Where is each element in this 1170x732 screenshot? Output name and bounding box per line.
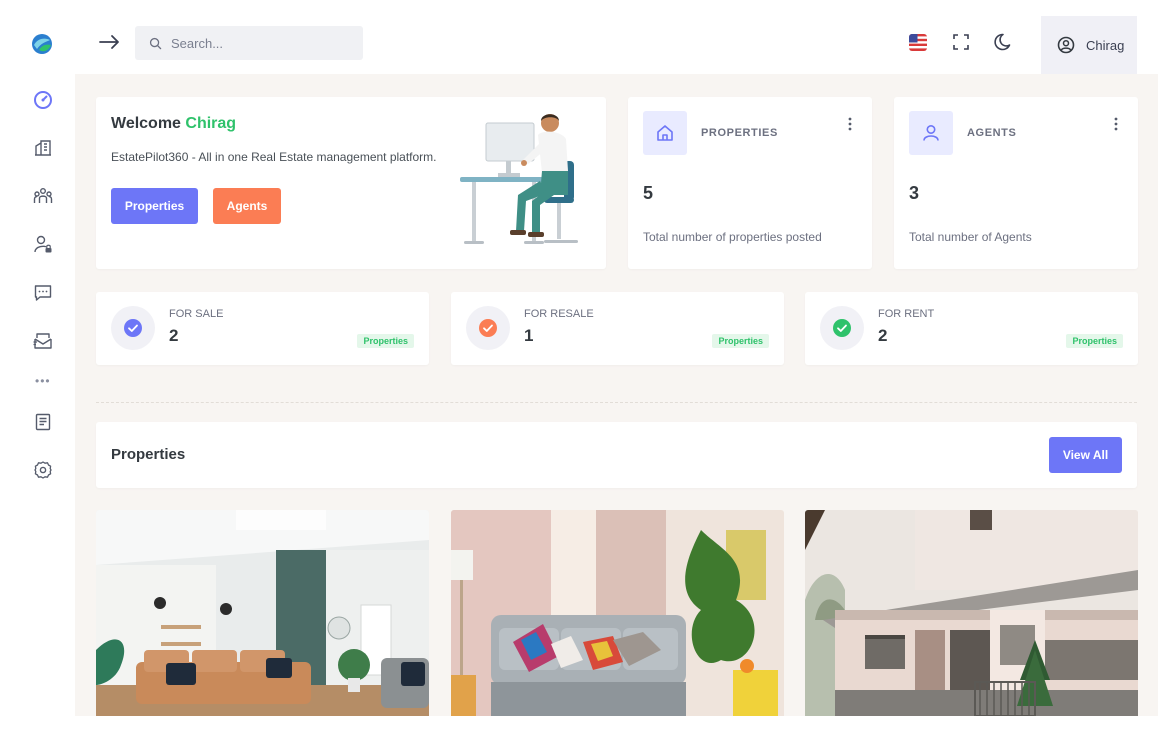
- more-icon[interactable]: •••: [35, 374, 51, 388]
- sidebar-item-messages[interactable]: [32, 282, 54, 304]
- welcome-card: Welcome Chirag EstatePilot360 - All in o…: [96, 97, 606, 269]
- properties-section-title: Properties: [111, 446, 186, 463]
- agents-button[interactable]: Agents: [213, 188, 281, 224]
- sidebar-item-users[interactable]: [32, 233, 54, 255]
- stat-value: 3: [909, 183, 920, 203]
- property-image: [805, 510, 1138, 716]
- chat-icon: [34, 285, 52, 301]
- properties-badge[interactable]: Properties: [712, 334, 769, 348]
- mail-icon: [33, 333, 52, 349]
- property-photo-sofa[interactable]: [451, 510, 784, 716]
- check-circle-icon: [124, 319, 142, 337]
- property-image: [451, 510, 784, 716]
- user-icon: [923, 124, 939, 141]
- us-flag-icon[interactable]: [909, 34, 927, 51]
- stat-caption: Total number of properties posted: [643, 230, 822, 244]
- agents-stat-card: AGENTS 3 Total number of Agents: [894, 97, 1138, 269]
- mini-stat-label: FOR RENT: [878, 308, 935, 320]
- bottom-strip: [0, 716, 1170, 732]
- mini-stat-value: 2: [878, 326, 888, 345]
- property-image: [96, 510, 429, 716]
- stat-caption: Total number of Agents: [909, 230, 1032, 244]
- sidebar-item-properties[interactable]: [32, 137, 54, 159]
- welcome-user-name: Chirag: [185, 115, 237, 132]
- sidebar: •••: [0, 0, 80, 732]
- sidebar-item-dashboard[interactable]: [32, 89, 54, 111]
- stat-label: AGENTS: [967, 127, 1017, 139]
- office-worker-illustration: [460, 114, 578, 244]
- section-divider: [96, 402, 1137, 403]
- sidebar-item-settings[interactable]: [32, 459, 54, 481]
- properties-button[interactable]: Properties: [111, 188, 198, 224]
- stat-label: PROPERTIES: [701, 127, 778, 139]
- search-icon: [149, 37, 162, 49]
- kebab-menu-icon[interactable]: [1114, 117, 1118, 131]
- user-menu[interactable]: Chirag: [1041, 16, 1137, 74]
- welcome-prefix: Welcome: [111, 115, 181, 132]
- status-icon-circle: [111, 306, 155, 350]
- stat-icon-box: [643, 111, 687, 155]
- buildings-icon: [35, 140, 51, 156]
- view-all-button[interactable]: View All: [1049, 437, 1122, 473]
- agents-icon: [33, 188, 53, 203]
- for-sale-card: FOR SALE 2 Properties: [96, 292, 429, 365]
- properties-section-header: Properties View All: [96, 422, 1137, 488]
- status-icon-circle: [466, 306, 510, 350]
- fullscreen-icon[interactable]: [951, 32, 971, 52]
- kebab-menu-icon[interactable]: [848, 117, 852, 131]
- user-lock-icon: [34, 235, 52, 253]
- mini-stat-value: 1: [524, 326, 534, 345]
- properties-badge[interactable]: Properties: [1066, 334, 1123, 348]
- sidebar-item-agents[interactable]: [32, 185, 54, 207]
- sidebar-item-mail[interactable]: [32, 330, 54, 352]
- sidebar-item-documents[interactable]: [32, 411, 54, 433]
- main-content: Welcome Chirag EstatePilot360 - All in o…: [75, 74, 1158, 716]
- user-circle-icon: [1057, 36, 1075, 54]
- stat-value: 5: [643, 183, 654, 203]
- search-box[interactable]: [135, 26, 363, 60]
- settings-icon: [34, 461, 52, 479]
- mini-stat-label: FOR RESALE: [524, 308, 594, 320]
- check-circle-icon: [479, 319, 497, 337]
- for-resale-card: FOR RESALE 1 Properties: [451, 292, 784, 365]
- property-photo-living-room[interactable]: [96, 510, 429, 716]
- user-name: Chirag: [1086, 37, 1125, 53]
- welcome-title: Welcome Chirag: [111, 115, 236, 133]
- welcome-subtitle: EstatePilot360 - All in one Real Estate …: [111, 150, 437, 164]
- arrow-right-icon[interactable]: [98, 30, 122, 54]
- for-rent-card: FOR RENT 2 Properties: [805, 292, 1138, 365]
- stat-icon-box: [909, 111, 953, 155]
- home-icon: [657, 125, 673, 141]
- mini-stat-value: 2: [169, 326, 179, 345]
- property-photo-house-exterior[interactable]: [805, 510, 1138, 716]
- check-circle-icon: [833, 319, 851, 337]
- app-logo[interactable]: [31, 33, 53, 55]
- properties-badge[interactable]: Properties: [357, 334, 414, 348]
- document-icon: [35, 413, 51, 431]
- mini-stat-label: FOR SALE: [169, 308, 224, 320]
- dashboard-icon: [34, 91, 52, 109]
- top-bar: Chirag: [80, 0, 1170, 74]
- moon-icon[interactable]: [992, 32, 1012, 52]
- status-icon-circle: [820, 306, 864, 350]
- search-input[interactable]: [171, 35, 351, 51]
- properties-stat-card: PROPERTIES 5 Total number of properties …: [628, 97, 872, 269]
